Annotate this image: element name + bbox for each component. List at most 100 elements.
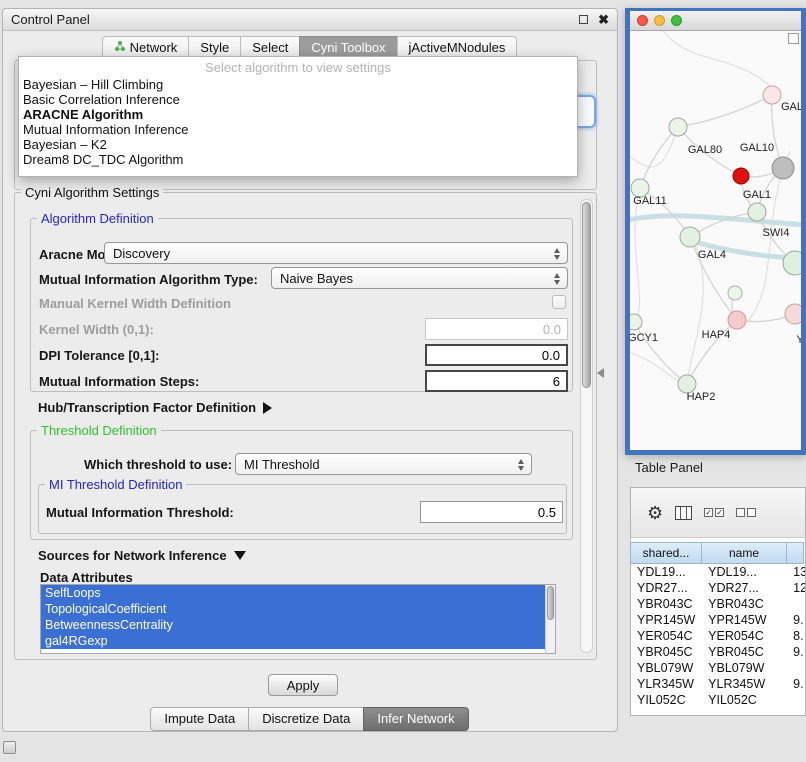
table-row[interactable]: YDR27...YDR27...12 — [631, 580, 805, 596]
network-edge[interactable] — [640, 127, 678, 188]
close-traffic-light[interactable] — [637, 15, 648, 26]
sources-toggle[interactable]: Sources for Network Inference — [38, 548, 246, 563]
unchecked-box-icon — [736, 508, 745, 517]
expanded-arrow-icon — [234, 551, 246, 560]
float-window-icon[interactable] — [579, 15, 588, 24]
threshold-definition-group: Threshold Definition Which threshold to … — [30, 430, 573, 540]
algorithm-dropdown-prompt: Select algorithm to view settings — [19, 57, 577, 77]
select-all-columns-icon[interactable]: ✓✓ — [704, 508, 724, 517]
bottom-tab-infer-network[interactable]: Infer Network — [363, 707, 468, 731]
dpi-tolerance-field[interactable] — [425, 344, 568, 366]
mi-type-combo[interactable]: Naive Bayes — [271, 267, 568, 289]
settings-scrollbar-thumb[interactable] — [582, 202, 591, 388]
table-cell: YBR045C — [702, 644, 787, 660]
bottom-tab-label: Infer Network — [377, 711, 454, 726]
node-pink-top[interactable] — [763, 86, 781, 104]
table-cell: 12 — [787, 580, 805, 596]
split-pane-collapse-handle[interactable] — [597, 368, 604, 378]
mi-threshold-group-title: MI Threshold Definition — [45, 477, 186, 492]
table-cell: YBR045C — [631, 644, 702, 660]
table-row[interactable]: YBR045CYBR045C9. — [631, 644, 805, 660]
collapsed-panel-icon[interactable] — [3, 741, 16, 754]
table-row[interactable]: YIL052CYIL052C — [631, 692, 805, 708]
node-label-gal4: GAL4 — [698, 249, 726, 261]
column-header-name[interactable]: name — [701, 542, 787, 564]
table-panel: ⚙ ✓✓ shared...name YDL19...YDL19...13YDR… — [630, 487, 806, 716]
zoom-traffic-light[interactable] — [671, 15, 682, 26]
column-header-2[interactable] — [786, 542, 804, 564]
which-threshold-combo[interactable]: MI Threshold — [235, 453, 532, 475]
node-pink-right[interactable] — [785, 304, 801, 324]
background-edge — [660, 31, 770, 86]
node-label-hap4: HAP4 — [702, 329, 731, 341]
table-cell — [787, 660, 805, 676]
node-GAL10[interactable] — [772, 157, 794, 179]
table-cell — [787, 596, 805, 612]
kernel-width-label: Kernel Width (0,1): — [39, 322, 154, 337]
table-cell: YBR043C — [702, 596, 787, 612]
birdseye-toggle[interactable] — [788, 33, 799, 44]
table-body: YDL19...YDL19...13YDR27...YDR27...12YBR0… — [631, 564, 805, 708]
sources-label: Sources for Network Inference — [38, 548, 227, 563]
table-cell: 9. — [787, 644, 805, 660]
node-GAL4[interactable] — [680, 227, 700, 247]
aracne-mode-combo[interactable]: Discovery — [104, 242, 568, 264]
node-GAL80[interactable] — [669, 118, 687, 136]
manual-kernel-checkbox[interactable] — [552, 295, 566, 309]
network-canvas[interactable]: GAL80GAL10GAL11GAL1SWI4GAL4GCY1HAP4HAP2G… — [630, 31, 801, 450]
table-cell: YBL079W — [702, 660, 787, 676]
show-columns-icon[interactable] — [675, 506, 692, 520]
collapsed-arrow-icon — [263, 402, 272, 414]
node-center[interactable] — [728, 286, 742, 300]
table-cell: YDR27... — [631, 580, 702, 596]
table-row[interactable]: YLR345WYLR345W9. — [631, 676, 805, 692]
window-title: Control Panel — [11, 12, 90, 27]
node-label-swi4: SWI4 — [763, 227, 790, 239]
table-row[interactable]: YPR145WYPR145W9. — [631, 612, 805, 628]
node-selected-red[interactable] — [733, 168, 749, 184]
attribute-item-topologicalcoefficient[interactable]: TopologicalCoefficient — [41, 601, 545, 617]
node-HAP4[interactable] — [728, 311, 746, 329]
attribute-item-gal4rgexp[interactable]: gal4RGexp — [41, 633, 545, 649]
algorithm-option-dream8-dc-tdc-algorithm[interactable]: Dream8 DC_TDC Algorithm — [19, 152, 577, 167]
tab-label: Select — [252, 40, 288, 55]
table-settings-gear-icon[interactable]: ⚙ — [647, 504, 663, 522]
kernel-width-field[interactable] — [425, 318, 568, 340]
control-panel-titlebar: Control Panel ✖ — [3, 9, 617, 31]
attribute-list-scrollbar[interactable] — [545, 585, 555, 653]
close-panel-icon[interactable]: ✖ — [598, 13, 609, 26]
table-row[interactable]: YDL19...YDL19...13 — [631, 564, 805, 580]
algorithm-option-mutual-information-inference[interactable]: Mutual Information Inference — [19, 122, 577, 137]
tab-label: Cyni Toolbox — [311, 40, 385, 55]
node-GCY1[interactable] — [630, 314, 642, 330]
node-GAL1[interactable] — [748, 203, 766, 221]
minimize-traffic-light[interactable] — [654, 15, 665, 26]
table-row[interactable]: YBR043CYBR043C — [631, 596, 805, 612]
threshold-definition-title: Threshold Definition — [37, 423, 161, 438]
network-edge[interactable] — [678, 95, 772, 127]
unselect-all-columns-icon[interactable] — [736, 508, 756, 517]
tab-label: jActiveMNodules — [409, 40, 506, 55]
algorithm-option-bayesian-hill-climbing[interactable]: Bayesian – Hill Climbing — [19, 77, 577, 92]
mi-steps-field[interactable] — [425, 370, 568, 392]
combo-updown-icon — [517, 458, 526, 472]
bottom-tab-discretize-data[interactable]: Discretize Data — [248, 707, 364, 731]
attribute-item-betweennesscentrality[interactable]: BetweennessCentrality — [41, 617, 545, 633]
attribute-item-selfloops[interactable]: SelfLoops — [41, 585, 545, 601]
table-cell: YLR345W — [631, 676, 702, 692]
bottom-tab-impute-data[interactable]: Impute Data — [150, 707, 249, 731]
mi-threshold-field[interactable] — [420, 501, 563, 523]
algorithm-option-bayesian-k2[interactable]: Bayesian – K2 — [19, 137, 577, 152]
algorithm-option-aracne-algorithm[interactable]: ARACNE Algorithm — [19, 107, 577, 122]
combo-updown-icon — [553, 272, 562, 286]
attribute-list[interactable]: SelfLoopsTopologicalCoefficientBetweenne… — [40, 584, 556, 654]
node-label-gal11: GAL11 — [633, 195, 666, 207]
apply-button[interactable]: Apply — [268, 674, 338, 696]
table-row[interactable]: YBL079WYBL079W — [631, 660, 805, 676]
column-header-shared-[interactable]: shared... — [630, 542, 702, 564]
attribute-list-scrollbar-thumb[interactable] — [547, 586, 554, 620]
settings-scrollbar[interactable] — [580, 199, 593, 653]
algorithm-option-basic-correlation-inference[interactable]: Basic Correlation Inference — [19, 92, 577, 107]
hub-definition-toggle[interactable]: Hub/Transcription Factor Definition — [38, 400, 272, 415]
table-row[interactable]: YER054CYER054C8. — [631, 628, 805, 644]
